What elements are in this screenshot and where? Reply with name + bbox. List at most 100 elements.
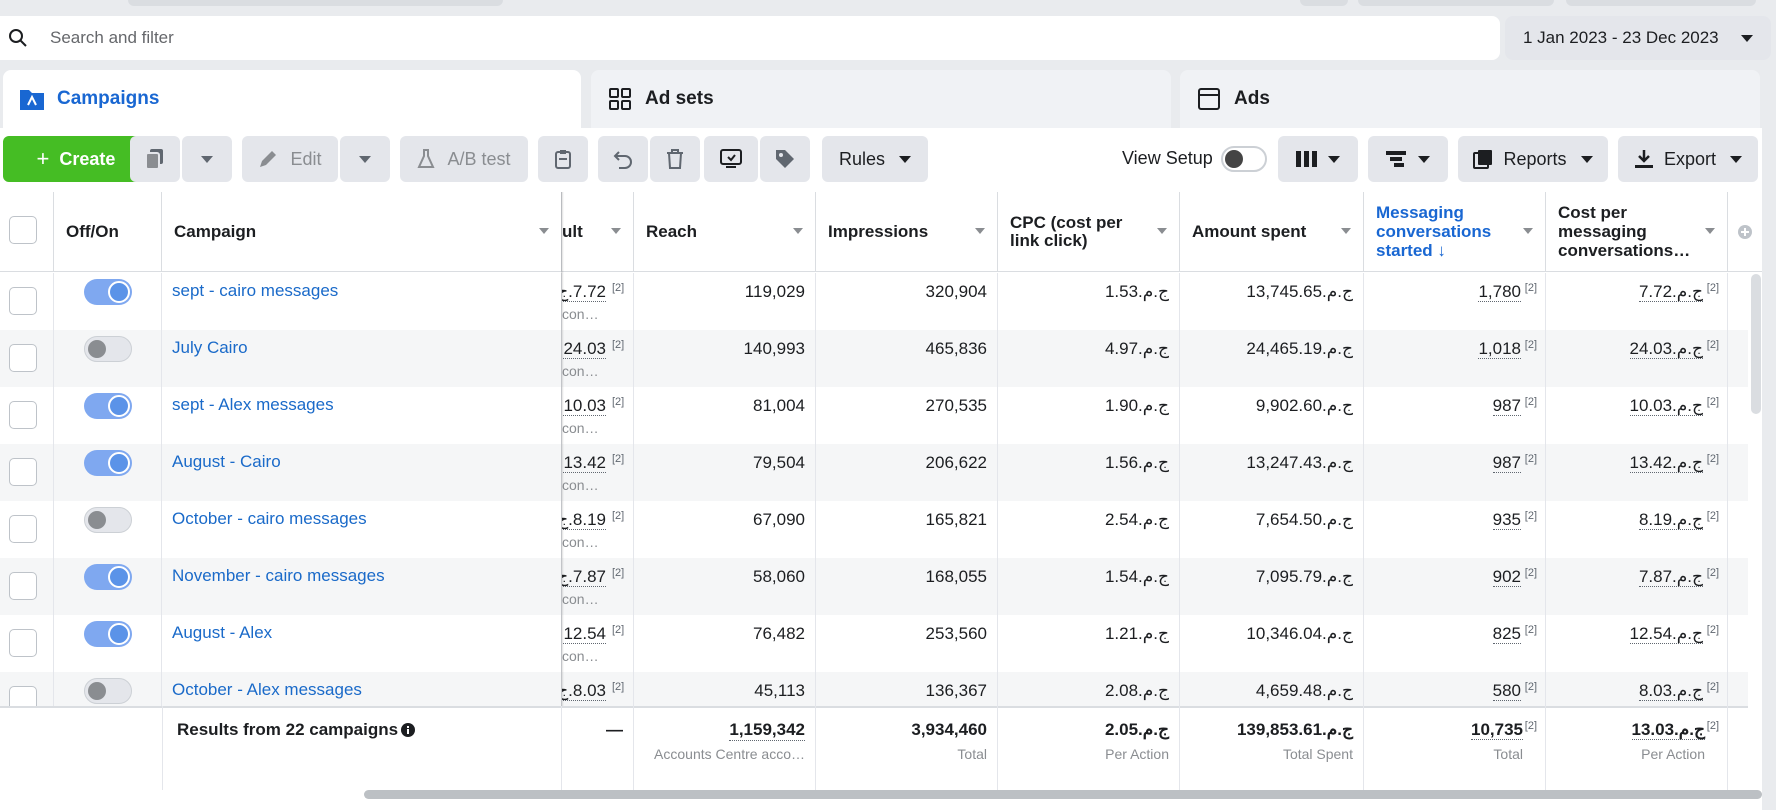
info-icon[interactable] <box>400 722 416 738</box>
table-row[interactable]: August - Alex 12.54.ج.م [2] con… 76,482 253,5… <box>0 615 1748 672</box>
info-superscript[interactable]: [2] <box>1525 624 1537 636</box>
campaign-on-off-toggle[interactable] <box>84 393 132 419</box>
row-checkbox[interactable] <box>9 287 37 315</box>
campaign-name-link[interactable]: October - cairo messages <box>172 509 367 529</box>
vertical-scrollbar[interactable] <box>1751 274 1761 414</box>
info-superscript[interactable]: [2] <box>1525 396 1537 408</box>
undo-button[interactable] <box>598 136 648 182</box>
campaign-name-link[interactable]: October - Alex messages <box>172 680 362 700</box>
table-row[interactable]: November - cairo messages 7.87.ج.م [2] con…… <box>0 558 1748 615</box>
header-reach[interactable]: Reach <box>634 192 816 272</box>
horizontal-scrollbar[interactable] <box>364 790 1762 799</box>
campaign-name-link[interactable]: sept - Alex messages <box>172 395 334 415</box>
info-superscript[interactable]: [2] <box>612 396 624 408</box>
row-checkbox[interactable] <box>9 572 37 600</box>
header-cpc[interactable]: CPC (cost per link click) <box>998 192 1180 272</box>
row-checkbox[interactable] <box>9 515 37 543</box>
spent-value: 9,902.60.ج.م <box>1255 396 1353 415</box>
info-superscript[interactable]: [2] <box>1525 339 1537 351</box>
campaign-name-link[interactable]: July Cairo <box>172 338 248 358</box>
row-checkbox[interactable] <box>9 629 37 657</box>
info-superscript[interactable]: [2] <box>612 567 624 579</box>
campaign-on-off-toggle[interactable] <box>84 336 132 362</box>
row-checkbox[interactable] <box>9 401 37 429</box>
tab-ad-sets[interactable]: Ad sets <box>591 70 1171 128</box>
campaign-on-off-toggle[interactable] <box>84 621 132 647</box>
result-sublabel: con… <box>562 648 599 664</box>
campaign-on-off-toggle[interactable] <box>84 279 132 305</box>
info-superscript[interactable]: [2] <box>1525 720 1537 732</box>
footer-sublabel: Total <box>1493 746 1523 762</box>
info-superscript[interactable]: [2] <box>612 339 624 351</box>
info-superscript[interactable]: [2] <box>612 453 624 465</box>
info-superscript[interactable]: [2] <box>612 681 624 693</box>
campaign-name-link[interactable]: August - Alex <box>172 623 272 643</box>
info-superscript[interactable]: [2] <box>1525 681 1537 693</box>
create-button[interactable]: + Create <box>3 136 149 182</box>
header-campaign[interactable]: Campaign <box>162 192 562 272</box>
table-row[interactable]: August - Cairo 13.42.ج.م [2] con… 79,504 206,… <box>0 444 1748 501</box>
header-add-column[interactable] <box>1728 192 1762 272</box>
ab-test-button[interactable]: A/B test <box>400 136 528 182</box>
campaign-on-off-toggle[interactable] <box>84 564 132 590</box>
campaign-name-link[interactable]: November - cairo messages <box>172 566 385 586</box>
table-row[interactable]: sept - cairo messages 7.72.ج.م [2] con… 119,… <box>0 273 1748 330</box>
chevron-down-icon <box>1741 34 1753 42</box>
export-button[interactable]: Export <box>1618 136 1758 182</box>
preview-button[interactable] <box>704 136 758 182</box>
search-bar[interactable]: Search and filter <box>0 16 1500 60</box>
header-messaging-conversations[interactable]: Messaging conversations started ↓ <box>1364 192 1546 272</box>
info-superscript[interactable]: [2] <box>1707 282 1719 294</box>
header-cost-per-messaging[interactable]: Cost per messaging conversations… <box>1546 192 1728 272</box>
header-result[interactable]: ult <box>562 192 634 272</box>
search-placeholder[interactable]: Search and filter <box>50 28 174 48</box>
table-row[interactable]: sept - Alex messages 10.03.ج.م [2] con… 81,0… <box>0 387 1748 444</box>
footer-value: — <box>606 720 623 739</box>
edit-button[interactable]: Edit <box>242 136 338 182</box>
campaign-on-off-toggle[interactable] <box>84 507 132 533</box>
info-superscript[interactable]: [2] <box>1707 510 1719 522</box>
reports-button[interactable]: Reports <box>1458 136 1608 182</box>
edit-dropdown[interactable] <box>340 136 390 182</box>
cell-spent: 10,346.04.ج.م <box>1180 615 1364 672</box>
info-superscript[interactable]: [2] <box>1525 453 1537 465</box>
tag-button[interactable] <box>760 136 810 182</box>
info-superscript[interactable]: [2] <box>1707 453 1719 465</box>
tab-ads[interactable]: Ads <box>1180 70 1760 128</box>
info-superscript[interactable]: [2] <box>1707 567 1719 579</box>
tab-campaigns[interactable]: Campaigns <box>3 70 581 128</box>
header-impressions[interactable]: Impressions <box>816 192 998 272</box>
info-superscript[interactable]: [2] <box>1525 510 1537 522</box>
info-superscript[interactable]: [2] <box>1525 567 1537 579</box>
campaign-name-link[interactable]: sept - cairo messages <box>172 281 338 301</box>
campaign-on-off-toggle[interactable] <box>84 450 132 476</box>
delete-button[interactable] <box>650 136 700 182</box>
duplicate-button[interactable] <box>130 136 180 182</box>
duplicate-dropdown[interactable] <box>182 136 232 182</box>
info-superscript[interactable]: [2] <box>1707 720 1719 732</box>
info-superscript[interactable]: [2] <box>1707 339 1719 351</box>
info-superscript[interactable]: [2] <box>1525 282 1537 294</box>
columns-button[interactable] <box>1278 136 1358 182</box>
footer-result: — <box>562 706 634 790</box>
date-range-picker[interactable]: 1 Jan 2023 - 23 Dec 2023 <box>1505 16 1771 60</box>
info-superscript[interactable]: [2] <box>612 624 624 636</box>
clipboard-button[interactable] <box>538 136 588 182</box>
rules-button[interactable]: Rules <box>822 136 928 182</box>
row-checkbox[interactable] <box>9 344 37 372</box>
table-row[interactable]: July Cairo 24.03.ج.م [2] con… 140,993 465,836… <box>0 330 1748 387</box>
info-superscript[interactable]: [2] <box>612 282 624 294</box>
select-all-checkbox[interactable] <box>9 216 37 244</box>
info-superscript[interactable]: [2] <box>1707 396 1719 408</box>
info-superscript[interactable]: [2] <box>1707 624 1719 636</box>
row-checkbox[interactable] <box>9 458 37 486</box>
info-superscript[interactable]: [2] <box>1707 681 1719 693</box>
breakdown-button[interactable] <box>1368 136 1448 182</box>
view-setup-toggle[interactable] <box>1221 146 1267 172</box>
header-amount-spent[interactable]: Amount spent <box>1180 192 1364 272</box>
table-row[interactable]: October - cairo messages 8.19.ج.م [2] con… 6… <box>0 501 1748 558</box>
cost_msg-value: 12.54.ج.م <box>1629 624 1703 644</box>
campaign-name-link[interactable]: August - Cairo <box>172 452 281 472</box>
info-superscript[interactable]: [2] <box>612 510 624 522</box>
campaign-on-off-toggle[interactable] <box>84 678 132 704</box>
